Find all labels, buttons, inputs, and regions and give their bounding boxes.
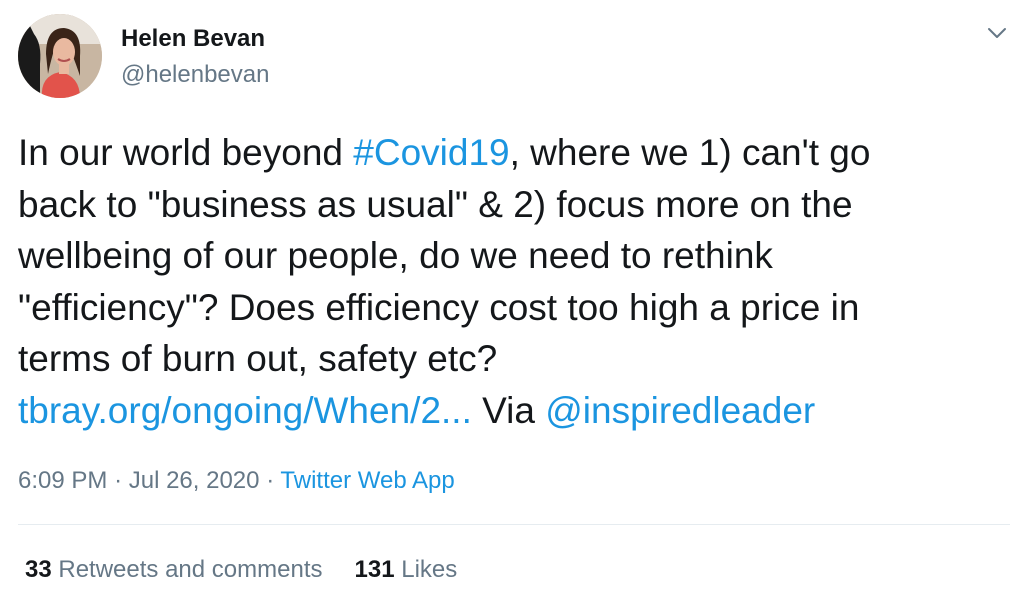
tweet-line: back to "business as usual" & 2) focus m… [18, 183, 853, 225]
meta-separator: · [266, 467, 275, 494]
source-app-link[interactable]: Twitter Web App [280, 467, 454, 494]
tweet-date[interactable]: Jul 26, 2020 [129, 467, 260, 494]
tweet-line: "efficiency"? Does efficiency cost too h… [18, 286, 860, 328]
likes-count: 131 [354, 556, 395, 583]
tweet-line: tbray.org/ongoing/When/2... Via @inspire… [18, 385, 1003, 437]
retweets-stat[interactable]: 33 Retweets and comments [25, 556, 323, 583]
likes-stat[interactable]: 131 Likes [355, 556, 458, 583]
hashtag-link[interactable]: #Covid19 [353, 132, 509, 173]
via-label: Via [482, 389, 535, 431]
mention-link[interactable]: @inspiredleader [545, 390, 815, 431]
likes-label: Likes [401, 556, 458, 583]
tweet-line: terms of burn out, safety etc? [18, 338, 498, 379]
divider [18, 524, 1010, 525]
tweet-meta: 6:09 PM · Jul 26, 2020 · Twitter Web App [18, 467, 455, 495]
tweet-text: In our world beyond #Covid19, where we 1… [18, 127, 1003, 436]
author-name[interactable]: Helen Bevan [121, 25, 265, 53]
retweets-label: Retweets and comments [58, 556, 323, 583]
tweet-line: wellbeing of our people, do we need to r… [18, 235, 773, 276]
chevron-down-icon[interactable] [984, 20, 1010, 46]
retweets-count: 33 [25, 556, 52, 583]
avatar-image [18, 14, 102, 98]
tweet-line: In our world beyond #Covid19, where we 1… [18, 127, 1003, 179]
tweet-time[interactable]: 6:09 PM [18, 467, 107, 494]
tweet-text-segment: , where we 1) can't go [509, 132, 871, 173]
author-handle[interactable]: @helenbevan [121, 61, 269, 89]
url-link[interactable]: tbray.org/ongoing/When/2... [18, 390, 472, 431]
avatar[interactable] [18, 14, 102, 98]
tweet-stats: 33 Retweets and comments 131 Likes [25, 556, 457, 584]
meta-separator: · [114, 467, 123, 494]
tweet-text-segment: In our world beyond [18, 132, 354, 173]
